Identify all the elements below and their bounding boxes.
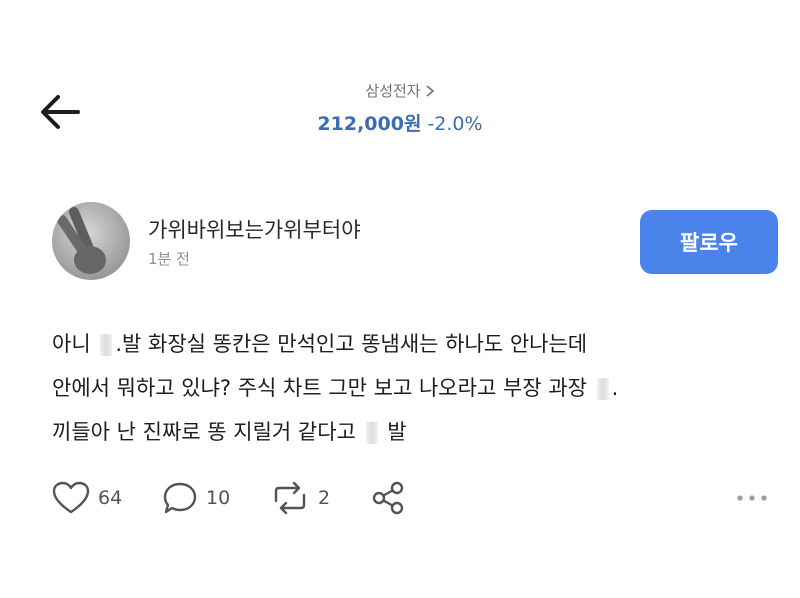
like-button[interactable]: 64 — [52, 478, 122, 518]
post-line: 안에서 뭐하고 있냐? 주식 차트 그만 보고 나오라고 부장 과장 . — [52, 376, 619, 400]
stock-price-row: 212,000원 -2.0% — [0, 109, 800, 136]
comment-count: 10 — [206, 487, 231, 509]
censored-text — [596, 378, 609, 400]
post-line: 아니 .발 화장실 똥칸은 만석인고 똥냄새는 하나도 안나는데 — [52, 332, 588, 356]
censored-text — [365, 422, 378, 444]
stock-header: 삼성전자 212,000원 -2.0% — [0, 80, 800, 136]
chevron-right-icon — [426, 84, 434, 97]
follow-button[interactable]: 팔로우 — [640, 210, 778, 274]
stock-name-link[interactable]: 삼성전자 — [365, 80, 434, 101]
avatar[interactable] — [52, 202, 130, 280]
repost-icon — [274, 481, 306, 515]
comment-icon — [163, 482, 197, 514]
repost-button[interactable]: 2 — [270, 478, 330, 518]
post-line: 끼들아 난 진짜로 똥 지릴거 같다고 발 — [52, 420, 407, 444]
share-icon — [372, 481, 404, 515]
heart-icon — [52, 481, 90, 514]
stock-price: 212,000원 — [317, 113, 422, 135]
repost-count: 2 — [318, 487, 331, 509]
post-actions: 64 10 2 — [52, 478, 772, 518]
stock-name: 삼성전자 — [365, 82, 421, 100]
post-body: 아니 .발 화장실 똥칸은 만석인고 똥냄새는 하나도 안나는데 안에서 뭐하고… — [52, 322, 772, 454]
like-count: 64 — [98, 487, 123, 509]
comment-button[interactable]: 10 — [162, 478, 230, 518]
share-button[interactable] — [370, 478, 406, 518]
more-icon — [737, 495, 767, 501]
username[interactable]: 가위바위보는가위부터야 — [148, 214, 361, 244]
stock-change: -2.0% — [427, 113, 483, 135]
more-options-button[interactable] — [732, 488, 772, 508]
v-sign-hand-icon — [57, 207, 106, 274]
censored-text — [100, 334, 113, 356]
post-time: 1분 전 — [148, 250, 190, 268]
